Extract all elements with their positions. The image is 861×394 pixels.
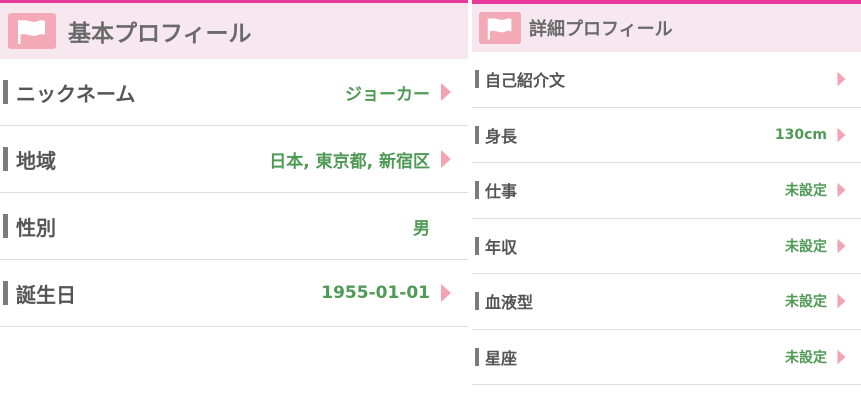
row-zodiac[interactable]: 星座 未設定: [472, 329, 861, 385]
row-label: ニックネーム: [16, 81, 136, 106]
flag-icon: [479, 12, 521, 44]
detail-profile-panel: 詳細プロフィール 自己紹介文 身長 130cm 仕事 未設定 年収 未設定 血液…: [472, 0, 861, 394]
row-marker: [3, 281, 8, 305]
row-birthday[interactable]: 誕生日 1955-01-01: [0, 260, 468, 327]
row-label: 地域: [16, 148, 56, 173]
profile-screens: 基本プロフィール ニックネーム ジョーカー 地域 日本, 東京都, 新宿区 性別…: [0, 0, 861, 394]
row-label: 星座: [485, 348, 518, 368]
row-value: 130cm: [774, 126, 827, 143]
row-marker: [3, 80, 8, 104]
basic-profile-panel: 基本プロフィール ニックネーム ジョーカー 地域 日本, 東京都, 新宿区 性別…: [0, 0, 468, 394]
chevron-right-icon: [837, 127, 846, 143]
row-label: 性別: [16, 215, 56, 240]
row-height[interactable]: 身長 130cm: [472, 107, 861, 163]
chevron-right-icon: [837, 349, 846, 365]
row-label: 年収: [485, 237, 518, 257]
row-marker: [475, 181, 479, 200]
row-marker: [475, 236, 479, 255]
row-value: 1955-01-01: [321, 283, 430, 303]
row-region[interactable]: 地域 日本, 東京都, 新宿区: [0, 126, 468, 193]
chevron-right-icon: [837, 71, 846, 87]
row-label: 自己紹介文: [485, 71, 566, 91]
row-self-introduction[interactable]: 自己紹介文: [472, 52, 861, 108]
basic-profile-list: ニックネーム ジョーカー 地域 日本, 東京都, 新宿区 性別 男 誕生日 19…: [0, 59, 468, 327]
row-value: 日本, 東京都, 新宿区: [269, 151, 430, 172]
basic-profile-header: 基本プロフィール: [0, 3, 468, 59]
row-marker: [475, 70, 479, 89]
section-title: 基本プロフィール: [68, 21, 252, 47]
chevron-right-icon: [441, 284, 451, 302]
chevron-right-icon: [441, 83, 451, 101]
row-occupation[interactable]: 仕事 未設定: [472, 163, 861, 219]
row-blood-type[interactable]: 血液型 未設定: [472, 274, 861, 330]
flag-icon: [8, 13, 56, 49]
row-marker: [475, 347, 479, 366]
row-value: 未設定: [785, 183, 827, 200]
detail-profile-list: 自己紹介文 身長 130cm 仕事 未設定 年収 未設定 血液型 未設定 星座 …: [472, 52, 861, 385]
row-label: 身長: [485, 126, 518, 146]
row-nickname[interactable]: ニックネーム ジョーカー: [0, 59, 468, 126]
row-value: 未設定: [785, 238, 827, 255]
row-value: 未設定: [785, 294, 827, 311]
chevron-right-icon: [441, 150, 451, 168]
row-gender: 性別 男: [0, 193, 468, 260]
chevron-right-icon: [837, 293, 846, 309]
row-label: 仕事: [485, 182, 518, 202]
detail-profile-header: 詳細プロフィール: [472, 4, 861, 52]
row-value: 男: [413, 218, 430, 239]
row-marker: [475, 292, 479, 311]
row-label: 誕生日: [16, 282, 76, 307]
row-marker: [3, 147, 8, 171]
row-label: 血液型: [485, 293, 534, 313]
chevron-right-icon: [837, 182, 846, 198]
row-annual-income[interactable]: 年収 未設定: [472, 218, 861, 274]
row-marker: [475, 125, 479, 144]
section-title: 詳細プロフィール: [529, 19, 673, 40]
row-marker: [3, 214, 8, 238]
row-value: 未設定: [785, 349, 827, 366]
row-value: ジョーカー: [345, 84, 430, 105]
chevron-right-icon: [837, 238, 846, 254]
